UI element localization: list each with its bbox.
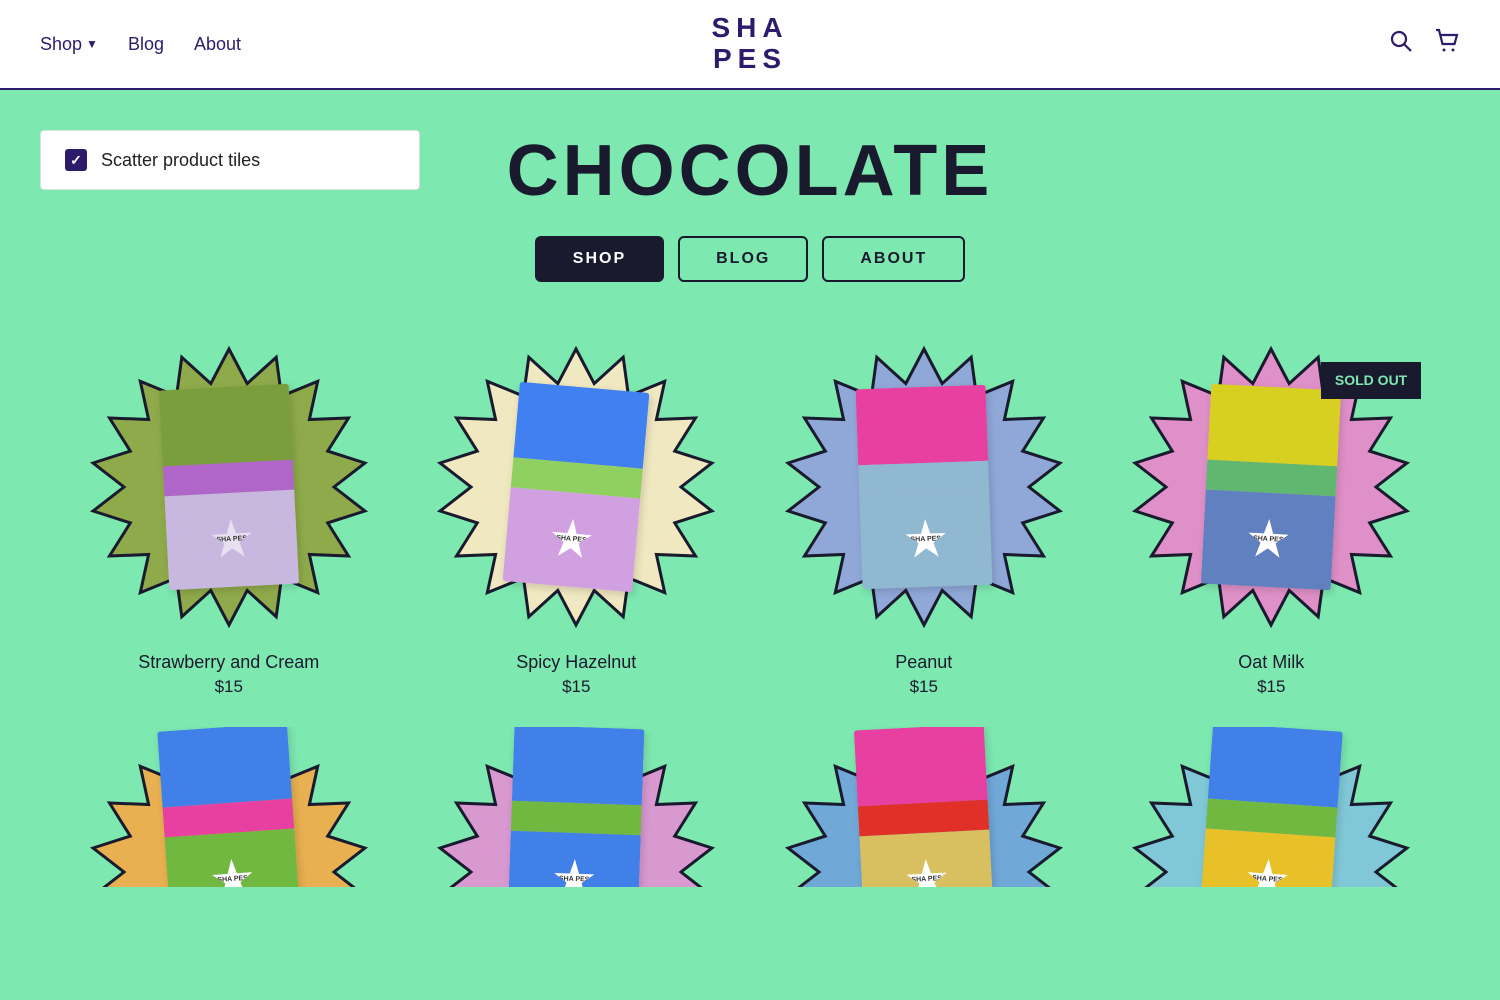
shapes-stamp: SHA PES (549, 517, 595, 563)
shop-button[interactable]: SHOP (535, 236, 664, 282)
cart-icon[interactable] (1434, 28, 1460, 60)
product-tile[interactable]: SHA PES SOLD OUT Oat Milk $15 (1103, 332, 1441, 697)
product-tile[interactable]: SHA PES (1103, 727, 1441, 887)
product-tile[interactable]: SHA PES Spicy Hazelnut $15 (408, 332, 746, 697)
scatter-label: Scatter product tiles (101, 150, 260, 171)
product-price: $15 (1257, 677, 1285, 697)
product-name: Spicy Hazelnut (516, 652, 636, 673)
chevron-down-icon: ▼ (86, 37, 98, 51)
scatter-checkbox-container[interactable]: Scatter product tiles (40, 130, 420, 190)
product-name: Oat Milk (1238, 652, 1304, 673)
product-tile[interactable]: SHA PES Strawberry and Cream $15 (60, 332, 398, 697)
product-price: $15 (215, 677, 243, 697)
category-nav-buttons: SHOP BLOG ABOUT (40, 236, 1460, 282)
logo-line1: SHA (711, 13, 788, 44)
site-logo[interactable]: SHA PES (711, 13, 788, 75)
shapes-stamp: SHA PES (904, 858, 948, 887)
shapes-stamp: SHA PES (1246, 518, 1290, 562)
about-button[interactable]: ABOUT (822, 236, 965, 282)
product-image-wrap: SHA PES (69, 727, 389, 887)
product-name: Strawberry and Cream (138, 652, 319, 673)
product-card: SHA PES (1201, 384, 1341, 591)
sold-out-badge: SOLD OUT (1321, 362, 1421, 399)
shop-dropdown[interactable]: Shop ▼ (40, 34, 98, 55)
header-icons (1388, 28, 1460, 60)
product-name: Peanut (895, 652, 952, 673)
shapes-stamp: SHA PES (210, 857, 255, 887)
search-icon[interactable] (1388, 28, 1414, 60)
product-image-wrap: SHA PES (416, 727, 736, 887)
product-card: SHA PES (157, 727, 301, 887)
product-image-wrap: SHA PES (764, 727, 1084, 887)
product-tile[interactable]: SHA PES (408, 727, 746, 887)
product-image-wrap: SHA PES SOLD OUT (1111, 332, 1431, 642)
main-nav: Shop ▼ Blog About (40, 34, 241, 55)
product-tile[interactable]: SHA PES Peanut $15 (755, 332, 1093, 697)
product-price: $15 (562, 677, 590, 697)
product-image-wrap: SHA PES (69, 332, 389, 642)
blog-nav-link[interactable]: Blog (128, 34, 164, 55)
product-card: SHA PES (503, 382, 650, 593)
product-card: SHA PES (159, 384, 299, 591)
products-grid: SHA PES Strawberry and Cream $15 SHA PES Spi… (40, 332, 1460, 697)
shop-nav-label: Shop (40, 34, 82, 55)
product-image-wrap: SHA PES (416, 332, 736, 642)
shapes-stamp: SHA PES (209, 518, 253, 562)
product-card: SHA PES (1199, 727, 1343, 887)
product-price: $15 (910, 677, 938, 697)
blog-button[interactable]: BLOG (678, 236, 808, 282)
product-card: SHA PES (855, 385, 992, 589)
about-nav-link[interactable]: About (194, 34, 241, 55)
products-grid-row2: SHA PES SHA PES SHA PES SHA PES (40, 727, 1460, 887)
product-tile[interactable]: SHA PES (755, 727, 1093, 887)
scatter-checkbox[interactable] (65, 149, 87, 171)
product-card: SHA PES (854, 727, 994, 887)
shapes-stamp: SHA PES (553, 858, 596, 887)
header: Shop ▼ Blog About SHA PES (0, 0, 1500, 90)
product-image-wrap: SHA PES (1111, 727, 1431, 887)
shapes-stamp: SHA PES (1245, 857, 1290, 887)
logo-line2: PES (711, 44, 788, 75)
product-image-wrap: SHA PES (764, 332, 1084, 642)
product-card: SHA PES (508, 727, 645, 887)
main-content: Scatter product tiles CHOCOLATE SHOP BLO… (0, 90, 1500, 1000)
product-tile[interactable]: SHA PES (60, 727, 398, 887)
shapes-stamp: SHA PES (904, 518, 947, 561)
